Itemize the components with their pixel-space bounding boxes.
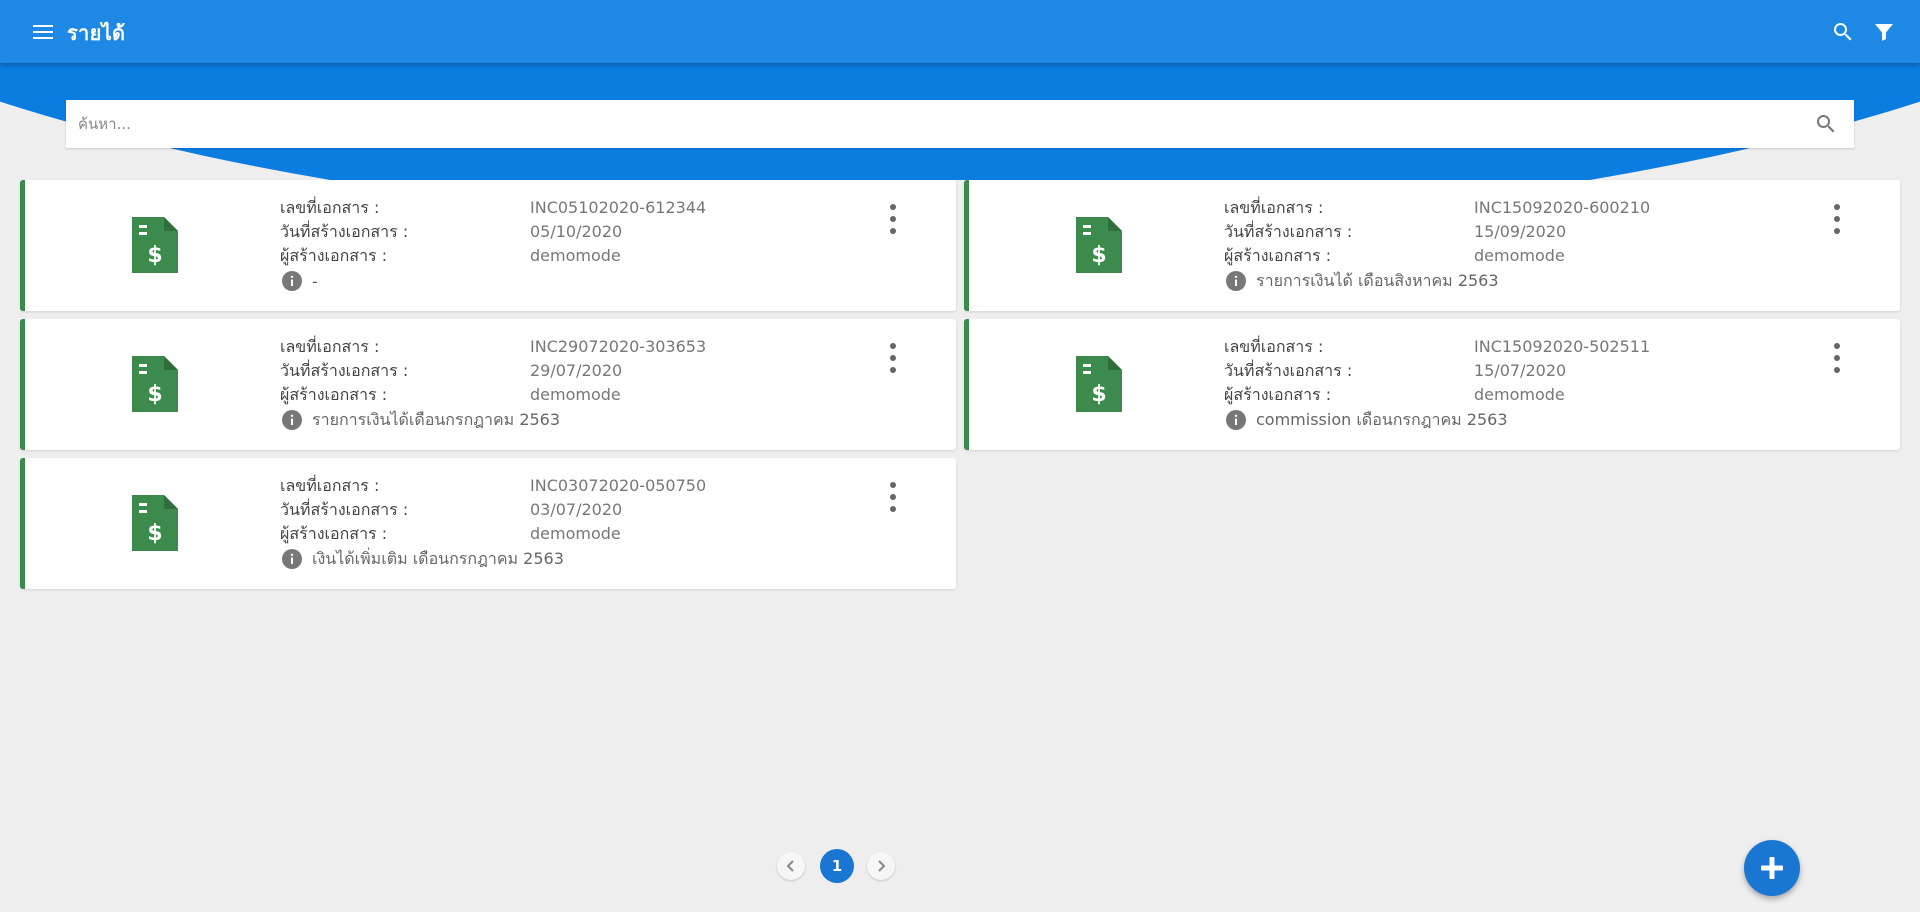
creator-label: ผู้สร้างเอกสาร : [280, 246, 388, 265]
plus-icon [1761, 857, 1783, 879]
invoice-document-icon: $ [132, 217, 178, 273]
svg-text:$: $ [147, 243, 162, 268]
created-date-label: วันที่สร้างเอกสาร : [1224, 222, 1353, 241]
more-options-icon[interactable] [1831, 204, 1843, 234]
svg-text:$: $ [1091, 243, 1106, 268]
next-page-button[interactable] [867, 852, 895, 880]
creator-value: demomode [530, 246, 621, 265]
creator-label: ผู้สร้างเอกสาร : [280, 385, 388, 404]
svg-text:$: $ [147, 382, 162, 407]
search-bar [66, 100, 1854, 148]
doc-no-value: INC03072020-050750 [530, 476, 707, 495]
doc-no-label: เลขที่เอกสาร : [1224, 337, 1324, 356]
income-card[interactable]: $ เลขที่เอกสาร : วันที่สร้างเอกสาร : ผู้… [20, 319, 956, 450]
svg-text:$: $ [147, 521, 162, 546]
created-date-value: 15/07/2020 [1474, 361, 1567, 380]
more-options-icon[interactable] [887, 204, 899, 234]
doc-no-label: เลขที่เอกสาร : [1224, 198, 1324, 217]
previous-page-button[interactable] [777, 852, 805, 880]
created-date-value: 05/10/2020 [530, 222, 623, 241]
note-text: commission เดือนกรกฎาคม 2563 [1256, 409, 1508, 429]
created-date-label: วันที่สร้างเอกสาร : [280, 222, 409, 241]
doc-no-label: เลขที่เอกสาร : [280, 476, 380, 495]
doc-no-label: เลขที่เอกสาร : [280, 337, 380, 356]
app-bar: รายได้ [0, 0, 1920, 63]
created-date-label: วันที่สร้างเอกสาร : [280, 361, 409, 380]
doc-no-value: INC15092020-600210 [1474, 198, 1651, 217]
more-options-icon[interactable] [887, 482, 899, 512]
creator-value: demomode [1474, 246, 1565, 265]
note-text: รายการเงินได้ เดือนสิงหาคม 2563 [1256, 270, 1499, 290]
created-date-label: วันที่สร้างเอกสาร : [1224, 361, 1353, 380]
creator-label: ผู้สร้างเอกสาร : [280, 524, 388, 543]
more-options-icon[interactable] [887, 343, 899, 373]
income-card[interactable]: $ เลขที่เอกสาร : วันที่สร้างเอกสาร : ผู้… [20, 180, 956, 311]
search-icon[interactable] [1831, 20, 1855, 44]
created-date-label: วันที่สร้างเอกสาร : [280, 500, 409, 519]
creator-label: ผู้สร้างเอกสาร : [1224, 246, 1332, 265]
doc-no-value: INC15092020-502511 [1474, 337, 1651, 356]
creator-value: demomode [530, 524, 621, 543]
current-page-button[interactable]: 1 [820, 849, 854, 883]
doc-no-label: เลขที่เอกสาร : [280, 198, 380, 217]
doc-no-value: INC05102020-612344 [530, 198, 707, 217]
created-date-value: 03/07/2020 [530, 500, 623, 519]
info-icon [282, 271, 302, 291]
svg-text:$: $ [1091, 382, 1106, 407]
search-input[interactable] [78, 104, 1798, 144]
note-text: รายการเงินได้เดือนกรกฎาคม 2563 [312, 409, 561, 429]
note-text: - [312, 271, 318, 291]
filter-icon[interactable] [1872, 20, 1896, 44]
creator-value: demomode [1474, 385, 1565, 404]
created-date-value: 15/09/2020 [1474, 222, 1567, 241]
created-date-value: 29/07/2020 [530, 361, 623, 380]
income-card[interactable]: $ เลขที่เอกสาร : วันที่สร้างเอกสาร : ผู้… [964, 180, 1900, 311]
note-text: เงินได้เพิ่มเติม เดือนกรกฎาคม 2563 [312, 548, 564, 568]
chevron-left-icon [786, 860, 794, 872]
income-card[interactable]: $ เลขที่เอกสาร : วันที่สร้างเอกสาร : ผู้… [964, 319, 1900, 450]
hamburger-menu-icon[interactable] [30, 20, 56, 44]
pagination: 1 [777, 848, 907, 884]
invoice-document-icon: $ [1076, 356, 1122, 412]
info-icon [282, 410, 302, 430]
more-options-icon[interactable] [1831, 343, 1843, 373]
invoice-document-icon: $ [1076, 217, 1122, 273]
add-income-button[interactable] [1744, 840, 1800, 896]
creator-label: ผู้สร้างเอกสาร : [1224, 385, 1332, 404]
chevron-right-icon [878, 860, 886, 872]
info-icon [1226, 271, 1246, 291]
creator-value: demomode [530, 385, 621, 404]
invoice-document-icon: $ [132, 495, 178, 551]
income-card[interactable]: $ เลขที่เอกสาร : วันที่สร้างเอกสาร : ผู้… [20, 458, 956, 589]
page-title: รายได้ [67, 21, 126, 45]
doc-no-value: INC29072020-303653 [530, 337, 707, 356]
info-icon [282, 549, 302, 569]
invoice-document-icon: $ [132, 356, 178, 412]
search-input-icon[interactable] [1814, 112, 1838, 136]
info-icon [1226, 410, 1246, 430]
